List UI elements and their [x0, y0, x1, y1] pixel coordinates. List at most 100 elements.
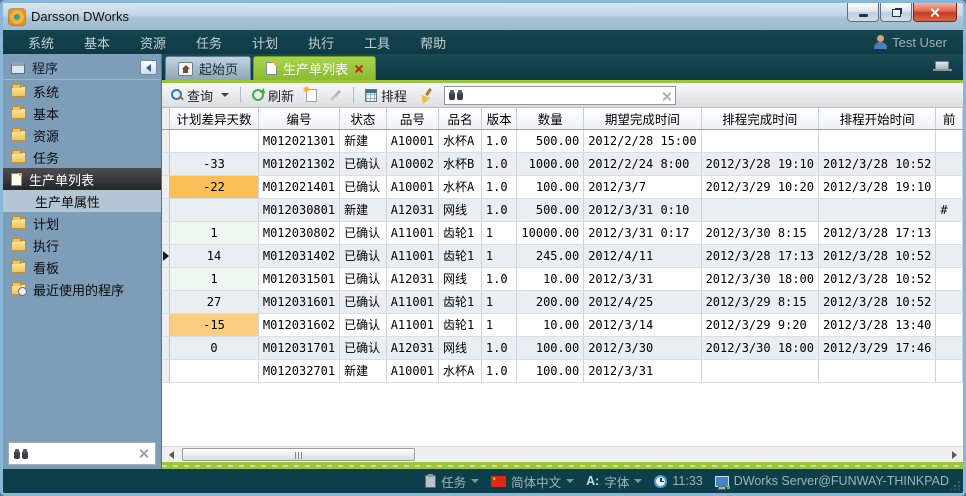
menu-item[interactable]: 执行 — [293, 31, 349, 54]
cell-name[interactable]: 网线 — [439, 198, 482, 221]
cell-status[interactable]: 新建 — [340, 198, 387, 221]
toolbar-search-box[interactable] — [444, 86, 676, 105]
column-header-4[interactable]: 品号 — [386, 108, 438, 129]
sidebar-search-clear-button[interactable] — [139, 445, 150, 463]
cell-name[interactable]: 水杯A — [439, 359, 482, 382]
sidebar-item-任务[interactable]: 任务 — [3, 146, 161, 168]
cell-end[interactable]: 2012/3/30 18:00 — [701, 267, 818, 290]
scroll-left-button[interactable] — [163, 448, 179, 462]
sidebar-item-计划[interactable]: 计划 — [3, 212, 161, 234]
cell-due[interactable]: 2012/4/25 — [584, 290, 701, 313]
cell-pn[interactable]: A10001 — [386, 129, 438, 152]
cell-no[interactable]: M012031402 — [258, 244, 339, 267]
cell-extra[interactable] — [936, 152, 963, 175]
cell-ver[interactable]: 1.0 — [481, 152, 517, 175]
menu-item[interactable]: 计划 — [237, 31, 293, 54]
cell-start[interactable] — [818, 129, 935, 152]
cell-no[interactable]: M012031501 — [258, 267, 339, 290]
cell-status[interactable]: 已确认 — [340, 267, 387, 290]
cell-no[interactable]: M012030802 — [258, 221, 339, 244]
cell-ver[interactable]: 1.0 — [481, 267, 517, 290]
cell-name[interactable]: 水杯A — [439, 129, 482, 152]
table-row[interactable]: 14M012031402已确认A11001齿轮11245.002012/4/11… — [162, 244, 963, 267]
cell-due[interactable]: 2012/3/14 — [584, 313, 701, 336]
cell-name[interactable]: 水杯A — [439, 175, 482, 198]
cell-due[interactable]: 2012/4/11 — [584, 244, 701, 267]
status-font-menu[interactable]: A: 字体 — [586, 472, 642, 491]
menu-item[interactable]: 系统 — [13, 31, 69, 54]
cell-no[interactable]: M012032701 — [258, 359, 339, 382]
restore-button[interactable] — [880, 3, 912, 22]
cell-due[interactable]: 2012/2/24 8:00 — [584, 152, 701, 175]
cell-name[interactable]: 网线 — [439, 336, 482, 359]
cell-diff[interactable]: -22 — [170, 175, 259, 198]
cell-due[interactable]: 2012/3/31 0:10 — [584, 198, 701, 221]
cell-name[interactable]: 网线 — [439, 267, 482, 290]
column-header-2[interactable]: 编号 — [258, 108, 339, 129]
cell-diff[interactable] — [170, 359, 259, 382]
cell-extra[interactable] — [936, 313, 963, 336]
cell-pn[interactable]: A12031 — [386, 267, 438, 290]
cell-ver[interactable]: 1.0 — [481, 336, 517, 359]
table-row[interactable]: 1M012031501已确认A12031网线1.010.002012/3/312… — [162, 267, 963, 290]
cell-due[interactable]: 2012/3/31 — [584, 359, 701, 382]
cell-qty[interactable]: 100.00 — [517, 336, 584, 359]
cell-diff[interactable]: 27 — [170, 290, 259, 313]
cell-status[interactable]: 已确认 — [340, 244, 387, 267]
cell-due[interactable]: 2012/3/31 — [584, 267, 701, 290]
menu-item[interactable]: 任务 — [181, 31, 237, 54]
cell-pn[interactable]: A12031 — [386, 336, 438, 359]
sidebar-item-生产单属性[interactable]: 生产单属性 — [3, 190, 161, 212]
tab-start-page[interactable]: 起始页 — [165, 56, 251, 80]
title-bar[interactable]: Darsson DWorks — [3, 3, 963, 30]
column-header-9[interactable]: 排程完成时间 — [701, 108, 818, 129]
cell-no[interactable]: M012031601 — [258, 290, 339, 313]
column-header-1[interactable]: 计划差异天数 — [170, 108, 259, 129]
cell-start[interactable]: 2012/3/28 13:40 — [818, 313, 935, 336]
cell-extra[interactable] — [936, 221, 963, 244]
cell-extra[interactable] — [936, 129, 963, 152]
cell-qty[interactable]: 10.00 — [517, 313, 584, 336]
cell-name[interactable]: 齿轮1 — [439, 244, 482, 267]
menu-item[interactable]: 基本 — [69, 31, 125, 54]
table-row[interactable]: 0M012031701已确认A12031网线1.0100.002012/3/30… — [162, 336, 963, 359]
cell-ver[interactable]: 1.0 — [481, 359, 517, 382]
cell-start[interactable]: 2012/3/28 17:13 — [818, 221, 935, 244]
table-row[interactable]: M012030801新建A12031网线1.0500.002012/3/31 0… — [162, 198, 963, 221]
cell-pn[interactable]: A10002 — [386, 152, 438, 175]
cell-pn[interactable]: A10001 — [386, 359, 438, 382]
sidebar-item-系统[interactable]: 系统 — [3, 80, 161, 102]
column-header-3[interactable]: 状态 — [340, 108, 387, 129]
cell-no[interactable]: M012021301 — [258, 129, 339, 152]
query-button[interactable]: 查询 — [168, 85, 232, 106]
cell-diff[interactable]: 1 — [170, 267, 259, 290]
cell-extra[interactable] — [936, 267, 963, 290]
column-header-6[interactable]: 版本 — [481, 108, 517, 129]
schedule-button[interactable]: 排程 — [362, 85, 410, 106]
cell-qty[interactable]: 10000.00 — [517, 221, 584, 244]
close-button[interactable] — [913, 3, 957, 22]
cell-start[interactable]: 2012/3/28 10:52 — [818, 290, 935, 313]
cell-end[interactable]: 2012/3/30 8:15 — [701, 221, 818, 244]
cell-start[interactable] — [818, 198, 935, 221]
menu-item[interactable]: 工具 — [349, 31, 405, 54]
tab-close-button[interactable] — [354, 61, 363, 76]
sidebar-item-资源[interactable]: 资源 — [3, 124, 161, 146]
cell-pn[interactable]: A11001 — [386, 290, 438, 313]
cell-status[interactable]: 新建 — [340, 359, 387, 382]
cell-status[interactable]: 已确认 — [340, 221, 387, 244]
pin-panel-icon[interactable] — [935, 61, 949, 70]
table-row[interactable]: -33M012021302已确认A10002水杯B1.01000.002012/… — [162, 152, 963, 175]
cell-qty[interactable]: 500.00 — [517, 198, 584, 221]
edit-button[interactable] — [326, 93, 345, 98]
cell-end[interactable] — [701, 359, 818, 382]
cell-start[interactable] — [818, 359, 935, 382]
user-area[interactable]: Test User — [874, 35, 953, 50]
cell-name[interactable]: 齿轮1 — [439, 313, 482, 336]
cell-due[interactable]: 2012/3/30 — [584, 336, 701, 359]
cell-ver[interactable]: 1 — [481, 244, 517, 267]
cell-end[interactable] — [701, 198, 818, 221]
cell-qty[interactable]: 10.00 — [517, 267, 584, 290]
cell-name[interactable]: 齿轮1 — [439, 290, 482, 313]
cell-start[interactable]: 2012/3/28 10:52 — [818, 244, 935, 267]
